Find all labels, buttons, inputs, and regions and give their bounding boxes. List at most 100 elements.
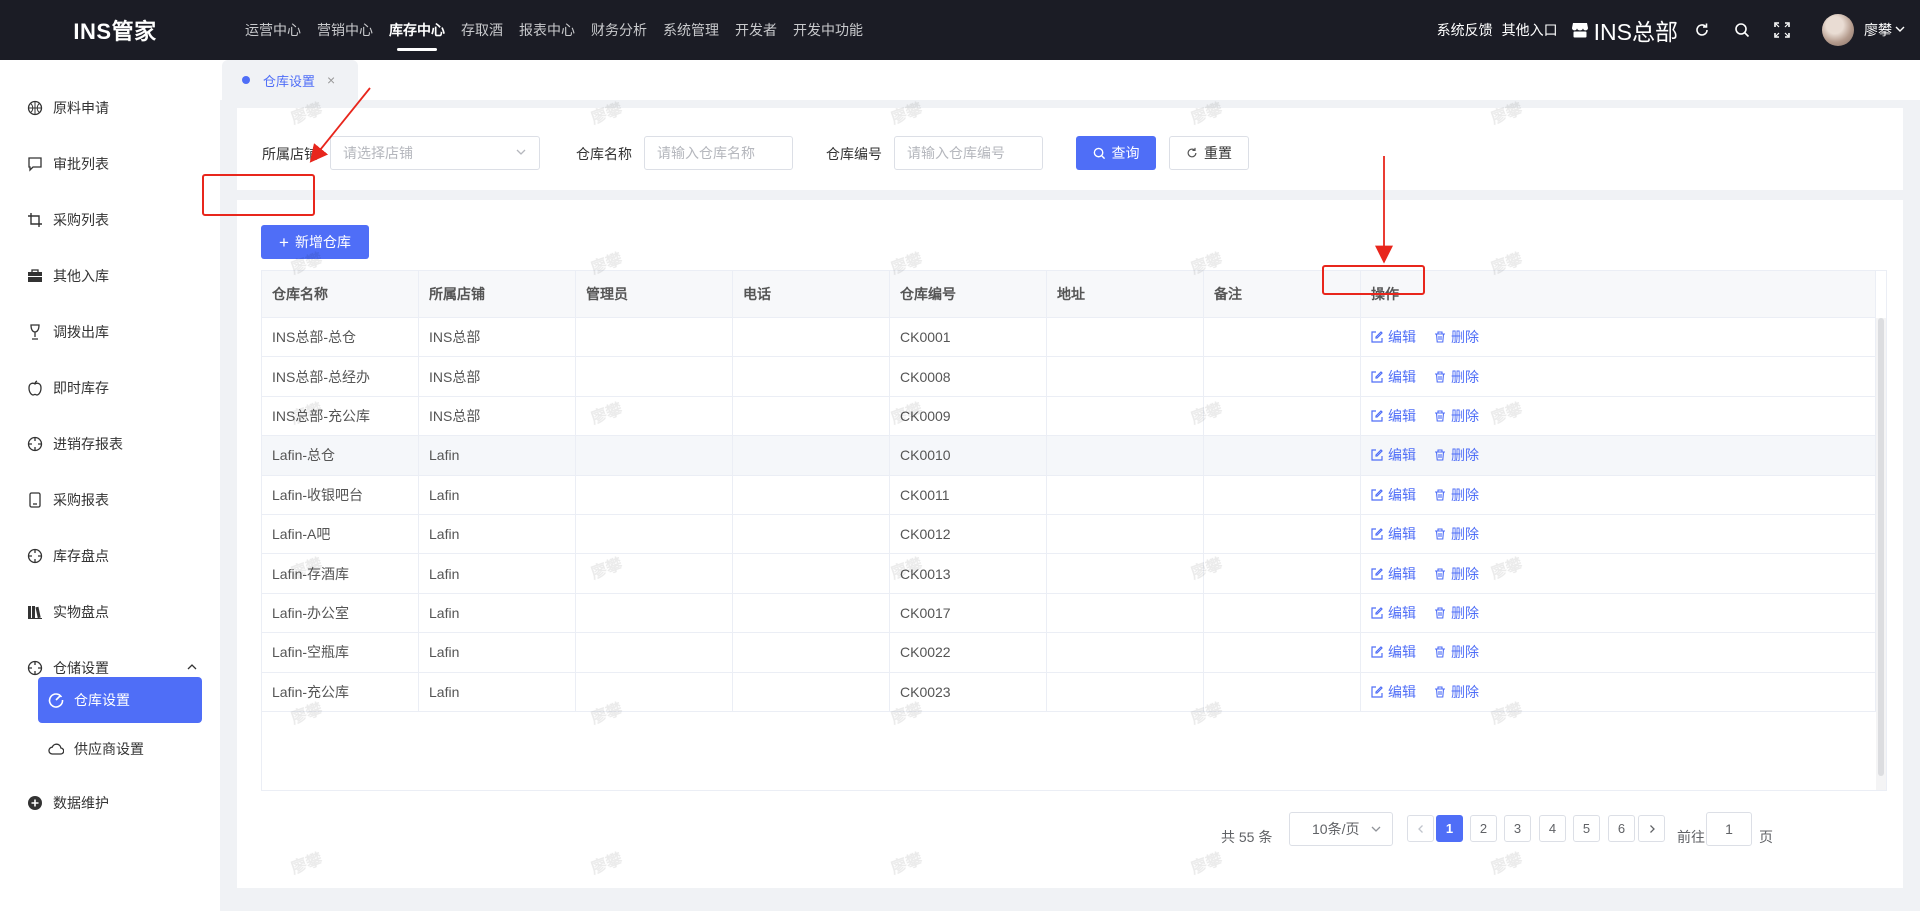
table-row[interactable]: INS总部-充公库 INS总部 CK0009 编辑 删除 bbox=[262, 396, 1876, 437]
delete-label: 删除 bbox=[1451, 604, 1479, 621]
sidebar-item-physical-count[interactable]: 实物盘点 bbox=[0, 592, 220, 632]
chevron-down-icon[interactable] bbox=[1894, 22, 1906, 38]
delete-button[interactable]: 删除 bbox=[1434, 445, 1479, 465]
delete-button[interactable]: 删除 bbox=[1434, 367, 1479, 387]
delete-button[interactable]: 删除 bbox=[1434, 642, 1479, 662]
table-scrollbar[interactable] bbox=[1876, 318, 1886, 790]
search-icon[interactable] bbox=[1732, 20, 1752, 40]
trash-icon bbox=[1435, 568, 1445, 580]
topnav-item-operations[interactable]: 运营中心 bbox=[245, 0, 301, 60]
edit-button[interactable]: 编辑 bbox=[1371, 406, 1416, 426]
delete-button[interactable]: 删除 bbox=[1434, 682, 1479, 702]
goto-page-input[interactable]: 1 bbox=[1706, 812, 1752, 846]
table-row[interactable]: INS总部-总仓 INS总部 CK0001 编辑 删除 bbox=[262, 318, 1876, 358]
sidebar-item-material-request[interactable]: 原料申请 bbox=[0, 88, 220, 128]
topnav-item-developer[interactable]: 开发者 bbox=[735, 0, 777, 60]
warehouse-name-input[interactable]: 请输入仓库名称 bbox=[644, 136, 793, 170]
refresh-icon[interactable] bbox=[1692, 20, 1712, 40]
other-entry-link[interactable]: 其他入口 bbox=[1502, 20, 1558, 40]
sidebar-item-purchase-list[interactable]: 采购列表 bbox=[0, 200, 220, 240]
edit-button[interactable]: 编辑 bbox=[1371, 445, 1416, 465]
scrollbar-thumb[interactable] bbox=[1878, 318, 1884, 776]
page-button-5[interactable]: 5 bbox=[1573, 815, 1600, 842]
chevron-up-icon[interactable] bbox=[186, 660, 198, 676]
topnav-item-system[interactable]: 系统管理 bbox=[663, 0, 719, 60]
page-button-2[interactable]: 2 bbox=[1470, 815, 1497, 842]
cell-name: Lafin-A吧 bbox=[262, 515, 419, 554]
current-shop-name[interactable]: INS总部 bbox=[1594, 13, 1678, 47]
column-header-admin: 管理员 bbox=[576, 271, 733, 317]
topnav-item-marketing[interactable]: 营销中心 bbox=[317, 0, 373, 60]
delete-button[interactable]: 删除 bbox=[1434, 564, 1479, 584]
topnav-item-in-development[interactable]: 开发中功能 bbox=[793, 0, 863, 60]
app-logo[interactable]: INS管家 bbox=[0, 14, 230, 46]
sidebar-item-label: 其他入库 bbox=[53, 268, 109, 284]
close-icon[interactable]: × bbox=[327, 72, 335, 88]
edit-button[interactable]: 编辑 bbox=[1371, 367, 1416, 387]
edit-button[interactable]: 编辑 bbox=[1371, 682, 1416, 702]
next-page-button[interactable] bbox=[1638, 815, 1665, 842]
sidebar-item-transfer-out[interactable]: 调拨出库 bbox=[0, 312, 220, 352]
table-row[interactable]: Lafin-收银吧台 Lafin CK0011 编辑 删除 bbox=[262, 475, 1876, 515]
table-row[interactable]: Lafin-存酒库 Lafin CK0013 编辑 删除 bbox=[262, 554, 1876, 594]
sidebar-item-data-maintenance[interactable]: 数据维护 bbox=[0, 783, 220, 823]
delete-button[interactable]: 删除 bbox=[1434, 327, 1479, 347]
delete-button[interactable]: 删除 bbox=[1434, 485, 1479, 505]
cell-name: Lafin-办公室 bbox=[262, 593, 419, 633]
feedback-link[interactable]: 系统反馈 bbox=[1437, 20, 1493, 40]
table-row[interactable]: Lafin-充公库 Lafin CK0023 编辑 删除 bbox=[262, 672, 1876, 712]
avatar[interactable] bbox=[1822, 14, 1854, 46]
sidebar-item-purchase-report[interactable]: 采购报表 bbox=[0, 480, 220, 520]
topnav-item-inventory[interactable]: 库存中心 bbox=[389, 0, 445, 60]
add-warehouse-button[interactable]: + 新增仓库 bbox=[261, 225, 369, 259]
warehouse-code-input[interactable]: 请输入仓库编号 bbox=[894, 136, 1043, 170]
cell-name: Lafin-空瓶库 bbox=[262, 633, 419, 672]
page-button-3[interactable]: 3 bbox=[1504, 815, 1531, 842]
cell-address bbox=[1047, 318, 1204, 357]
table-row[interactable]: Lafin-A吧 Lafin CK0012 编辑 删除 bbox=[262, 515, 1876, 555]
table-row[interactable]: Lafin-总仓 Lafin CK0010 编辑 删除 bbox=[262, 436, 1876, 476]
cell-actions: 编辑 删除 bbox=[1361, 633, 1876, 672]
sidebar-subitem-supplier-settings[interactable]: 供应商设置 bbox=[38, 726, 202, 772]
edit-button[interactable]: 编辑 bbox=[1371, 327, 1416, 347]
page-button-4[interactable]: 4 bbox=[1539, 815, 1566, 842]
delete-button[interactable]: 删除 bbox=[1434, 406, 1479, 426]
topnav-item-reports[interactable]: 报表中心 bbox=[519, 0, 575, 60]
cell-phone bbox=[733, 475, 890, 514]
sidebar-item-approval-list[interactable]: 审批列表 bbox=[0, 144, 220, 184]
delete-button[interactable]: 删除 bbox=[1434, 524, 1479, 544]
table-row[interactable]: Lafin-空瓶库 Lafin CK0022 编辑 删除 bbox=[262, 633, 1876, 673]
edit-label: 编辑 bbox=[1388, 644, 1416, 661]
query-button[interactable]: 查询 bbox=[1076, 136, 1156, 170]
column-header-phone: 电话 bbox=[733, 271, 890, 317]
tab-warehouse-settings[interactable]: 仓库设置 × bbox=[222, 60, 358, 100]
edit-label: 编辑 bbox=[1388, 565, 1416, 582]
edit-button[interactable]: 编辑 bbox=[1371, 642, 1416, 662]
topnav-item-wine-storage[interactable]: 存取酒 bbox=[461, 0, 503, 60]
delete-button[interactable]: 删除 bbox=[1434, 603, 1479, 623]
edit-button[interactable]: 编辑 bbox=[1371, 564, 1416, 584]
table-row[interactable]: Lafin-办公室 Lafin CK0017 编辑 删除 bbox=[262, 593, 1876, 634]
page-button-1[interactable]: 1 bbox=[1436, 815, 1463, 842]
edit-button[interactable]: 编辑 bbox=[1371, 485, 1416, 505]
sidebar-item-inventory-report[interactable]: 进销存报表 bbox=[0, 424, 220, 464]
sidebar-subitem-warehouse-settings[interactable]: 仓库设置 bbox=[38, 677, 202, 723]
page-button-6[interactable]: 6 bbox=[1608, 815, 1635, 842]
fullscreen-icon[interactable] bbox=[1772, 20, 1792, 40]
sidebar-item-label: 实物盘点 bbox=[53, 604, 109, 620]
warehouse-code-placeholder: 请输入仓库编号 bbox=[907, 145, 1005, 161]
edit-button[interactable]: 编辑 bbox=[1371, 524, 1416, 544]
page-size-select[interactable]: 10条/页 bbox=[1289, 812, 1393, 846]
sidebar-item-stocktake[interactable]: 库存盘点 bbox=[0, 536, 220, 576]
cell-code: CK0001 bbox=[890, 318, 1047, 357]
sidebar-item-other-inbound[interactable]: 其他入库 bbox=[0, 256, 220, 296]
topnav-item-finance[interactable]: 财务分析 bbox=[591, 0, 647, 60]
trash-icon bbox=[1435, 331, 1445, 343]
table-row[interactable]: INS总部-总经办 INS总部 CK0008 编辑 删除 bbox=[262, 357, 1876, 397]
sidebar-item-realtime-stock[interactable]: 即时库存 bbox=[0, 368, 220, 408]
edit-button[interactable]: 编辑 bbox=[1371, 603, 1416, 623]
reset-button[interactable]: 重置 bbox=[1169, 136, 1249, 170]
store-select[interactable]: 请选择店铺 bbox=[330, 136, 540, 170]
prev-page-button[interactable] bbox=[1407, 815, 1434, 842]
user-name[interactable]: 廖攀 bbox=[1864, 20, 1892, 40]
